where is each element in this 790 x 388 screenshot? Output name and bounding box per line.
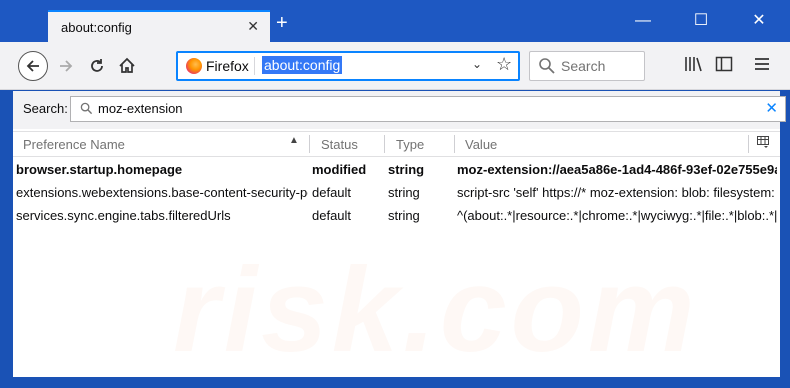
table-header: Preference Name ▲ Status Type Value: [13, 131, 780, 157]
pref-value: ^(about:.*|resource:.*|chrome:.*|wyciwyg…: [457, 208, 777, 223]
chevron-down-icon[interactable]: ⌄: [472, 57, 482, 71]
reload-icon: [91, 59, 103, 72]
forward-arrow-icon: [60, 60, 73, 72]
tab-title: about:config: [61, 20, 132, 35]
column-header-name[interactable]: Preference Name: [23, 137, 125, 152]
tab-close-icon[interactable]: ✕: [247, 18, 259, 35]
forward-button[interactable]: [52, 52, 80, 80]
pref-status: default: [312, 208, 352, 223]
hamburger-menu-icon[interactable]: [754, 55, 770, 73]
identity-label: Firefox: [206, 58, 249, 74]
column-divider[interactable]: [748, 135, 749, 153]
url-divider: [254, 57, 255, 75]
back-button[interactable]: [18, 51, 48, 81]
filter-label: Search:: [23, 101, 68, 116]
maximize-button[interactable]: ☐: [672, 13, 730, 29]
sort-ascending-icon: ▲: [289, 135, 299, 146]
new-tab-button[interactable]: +: [276, 13, 288, 33]
title-bar: about:config ✕ + — ☐ ✕: [0, 0, 790, 42]
table-row[interactable]: browser.startup.homepage modified string…: [13, 158, 780, 181]
pref-status: modified: [312, 162, 367, 177]
pref-type: string: [388, 208, 420, 223]
tab-about-config[interactable]: about:config ✕: [48, 10, 270, 42]
about-config-page: risk.com Search: moz-extension ✕ Prefere…: [13, 91, 786, 377]
firefox-logo-icon: [186, 58, 202, 74]
browser-window: about:config ✕ + — ☐ ✕ Firefox about:con…: [0, 0, 790, 388]
search-icon: [80, 102, 93, 115]
column-picker-icon[interactable]: [757, 136, 769, 148]
filter-row: Search: moz-extension ✕: [13, 91, 786, 129]
pref-name: browser.startup.homepage: [16, 162, 183, 177]
close-window-button[interactable]: ✕: [730, 13, 788, 29]
bookmark-star-icon[interactable]: ☆: [496, 54, 512, 75]
minimize-button[interactable]: —: [614, 13, 672, 29]
search-icon: [539, 58, 555, 74]
column-header-value[interactable]: Value: [465, 137, 497, 152]
reload-button[interactable]: [83, 52, 111, 80]
pref-name: extensions.webextensions.base-content-se…: [16, 185, 308, 200]
library-icon[interactable]: [684, 55, 704, 73]
url-bar[interactable]: Firefox about:config ⌄ ☆: [176, 51, 520, 81]
search-placeholder: Search: [561, 58, 606, 74]
table-row[interactable]: services.sync.engine.tabs.filteredUrls d…: [13, 204, 780, 227]
filter-value: moz-extension: [98, 101, 183, 116]
filter-input[interactable]: moz-extension ✕: [70, 96, 786, 122]
column-header-type[interactable]: Type: [396, 137, 424, 152]
pref-type: string: [388, 162, 425, 177]
clear-filter-icon[interactable]: ✕: [765, 99, 778, 117]
watermark-text: risk.com: [173, 243, 699, 377]
pref-value: moz-extension://aea5a86e-1ad4-486f-93ef-…: [457, 162, 777, 177]
pref-value: script-src 'self' https://* moz-extensio…: [457, 185, 777, 200]
pref-status: default: [312, 185, 352, 200]
home-icon: [119, 57, 135, 73]
search-bar[interactable]: Search: [529, 51, 645, 81]
column-divider[interactable]: [384, 135, 385, 153]
column-divider[interactable]: [309, 135, 310, 153]
url-text[interactable]: about:config: [262, 56, 343, 74]
table-row[interactable]: extensions.webextensions.base-content-se…: [13, 181, 780, 204]
pref-name: services.sync.engine.tabs.filteredUrls: [16, 208, 231, 223]
pref-type: string: [388, 185, 420, 200]
sidebar-icon[interactable]: [715, 55, 733, 73]
nav-toolbar: Firefox about:config ⌄ ☆ Search: [0, 42, 790, 90]
back-arrow-icon: [26, 60, 39, 72]
home-button[interactable]: [113, 52, 141, 80]
column-header-status[interactable]: Status: [321, 137, 358, 152]
column-divider[interactable]: [454, 135, 455, 153]
window-frame-bottom: [0, 377, 790, 388]
